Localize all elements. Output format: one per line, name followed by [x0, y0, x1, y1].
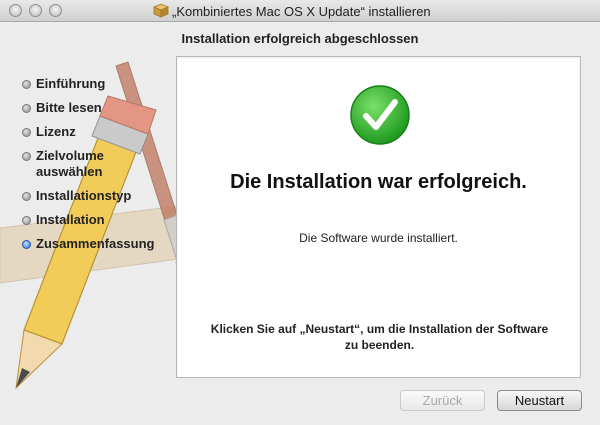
step-installation-type: Installationstyp: [22, 188, 172, 204]
step-indicator-icon: [22, 152, 31, 161]
package-icon: [153, 3, 169, 18]
restart-button[interactable]: Neustart: [497, 390, 582, 411]
step-installation: Installation: [22, 212, 172, 228]
step-destination: Zielvolume auswählen: [22, 148, 172, 180]
success-headline: Die Installation war erfolgreich.: [230, 171, 527, 193]
content-panel: Die Installation war erfolgreich. Die So…: [176, 56, 581, 378]
step-indicator-icon: [22, 192, 31, 201]
step-label: Zusammenfassung: [36, 236, 155, 251]
back-button[interactable]: Zurück: [400, 390, 485, 411]
installer-steps: Einführung Bitte lesen Lizenz Zielvolume…: [22, 76, 172, 260]
step-label: Bitte lesen: [36, 100, 102, 115]
close-window-button[interactable]: [9, 4, 22, 17]
step-introduction: Einführung: [22, 76, 172, 92]
step-summary: Zusammenfassung: [22, 236, 172, 252]
page-subtitle: Installation erfolgreich abgeschlossen: [181, 31, 419, 46]
success-message: Die Software wurde installiert.: [299, 231, 458, 245]
zoom-window-button[interactable]: [49, 4, 62, 17]
step-label: Lizenz: [36, 124, 76, 139]
step-indicator-icon: [22, 216, 31, 225]
step-label: Installation: [36, 212, 105, 227]
step-license: Lizenz: [22, 124, 172, 140]
step-indicator-icon: [22, 80, 31, 89]
step-indicator-icon: [22, 128, 31, 137]
step-label: Einführung: [36, 76, 106, 91]
step-label: Zielvolume auswählen: [36, 148, 104, 179]
step-label: Installationstyp: [36, 188, 132, 203]
step-indicator-icon: [22, 104, 31, 113]
checkmark-icon: [350, 85, 410, 145]
step-read-me: Bitte lesen: [22, 100, 172, 116]
restart-instruction: Klicken Sie auf „Neustart“, um die Insta…: [210, 322, 549, 352]
minimize-window-button[interactable]: [29, 4, 42, 17]
title-bar: „Kombiniertes Mac OS X Update“ installie…: [0, 0, 600, 22]
window-title: „Kombiniertes Mac OS X Update“ installie…: [172, 4, 431, 19]
step-indicator-active-icon: [22, 240, 31, 249]
